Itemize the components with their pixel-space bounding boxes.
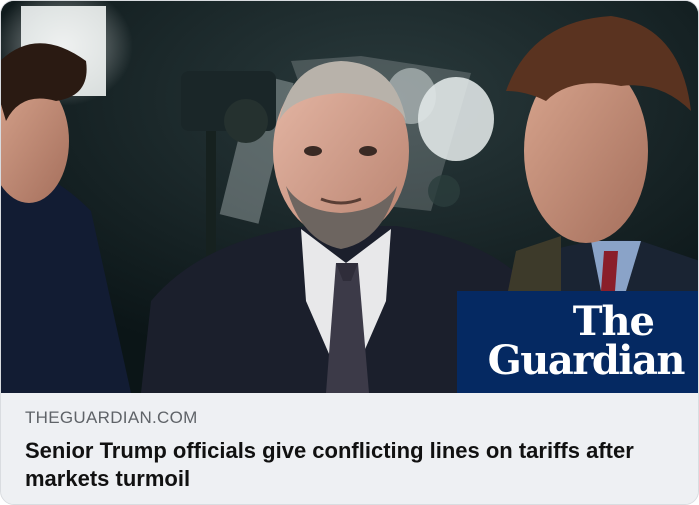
source-domain: THEGUARDIAN.COM [25,408,198,427]
article-headline[interactable]: Senior Trump officials give conflicting … [25,437,675,493]
logo-line-guardian: Guardian [487,337,686,384]
preview-text-area[interactable]: THEGUARDIAN.COM Senior Trump officials g… [1,393,698,504]
logo-line-the: The [572,298,655,345]
preview-image[interactable]: The Guardian [1,1,698,393]
guardian-logo: The Guardian [457,291,698,393]
link-preview-card[interactable]: The Guardian THEGUARDIAN.COM Senior Trum… [0,0,699,505]
